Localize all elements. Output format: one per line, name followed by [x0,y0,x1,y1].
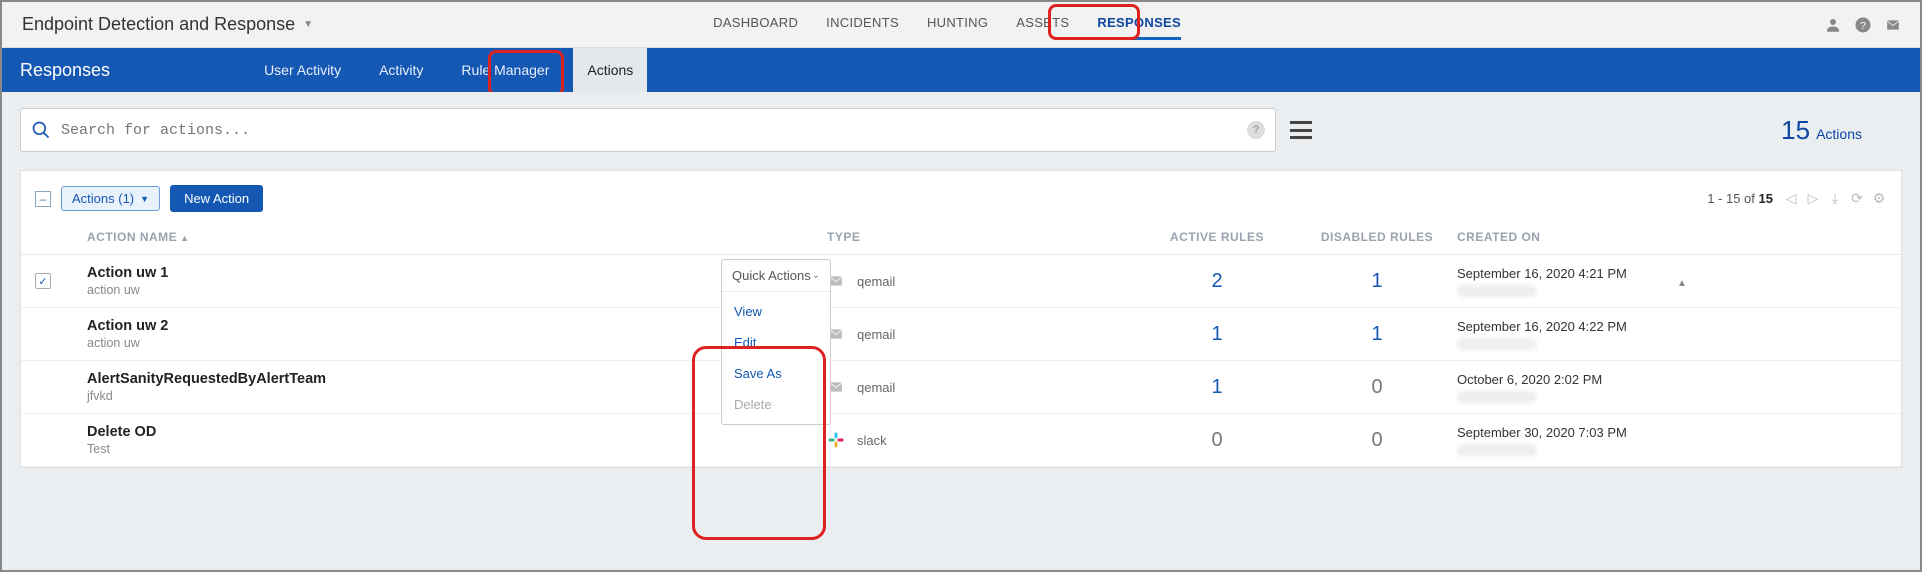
tab-actions[interactable]: Actions [573,48,647,92]
search-input[interactable] [61,122,1237,139]
search-icon [31,120,51,140]
row-active-rules: 0 [1137,429,1297,452]
row-active-rules[interactable]: 1 [1137,376,1297,399]
row-subtitle: jfvkd [87,389,827,403]
user-icon[interactable] [1824,16,1842,34]
tab-user-activity[interactable]: User Activity [250,48,355,92]
tab-rule-manager[interactable]: Rule Manager [447,48,563,92]
row-subtitle: Test [87,442,827,456]
pager-icons: ◁ ▷ ⤓ ⟳ ⚙ [1783,191,1887,207]
row-type: qemail [827,327,1137,342]
table-body: ✓Action uw 1action uwqemail21September 1… [21,255,1901,467]
search-box[interactable]: ? [20,108,1276,152]
row-created: September 16, 2020 4:21 PM [1457,266,1677,297]
quick-action-edit[interactable]: Edit [722,327,830,358]
app-title-text: Endpoint Detection and Response [22,14,295,35]
mail-icon[interactable] [1884,16,1902,34]
caret-down-icon: ▼ [140,194,149,204]
nav-dashboard[interactable]: DASHBOARD [713,9,798,40]
table-row[interactable]: AlertSanityRequestedByAlertTeam jfvkdqema… [21,361,1901,414]
quick-action-delete: Delete [722,389,830,420]
caret-down-icon: ▼ [303,19,313,30]
app-title[interactable]: Endpoint Detection and Response ▼ [22,14,313,35]
row-subtitle: action uw [87,283,827,297]
search-help-icon[interactable]: ? [1247,121,1265,139]
row-title: Action uw 2 [87,318,827,334]
sub-bar: Responses User ActivityActivityRule Mana… [2,48,1920,92]
col-type[interactable]: TYPE [827,230,1137,244]
chevron-down-icon: ⌄ [812,270,820,281]
quick-actions-dropdown[interactable]: Quick Actions⌄ ViewEditSave AsDelete [721,259,831,425]
scroll-up-icon[interactable]: ▲ [1677,278,1687,289]
quick-action-save-as[interactable]: Save As [722,358,830,389]
row-title: AlertSanityRequestedByAlertTeam [87,371,827,387]
row-title: Action uw 1 [87,265,827,281]
table-row[interactable]: Action uw 2action uwqemail11September 16… [21,308,1901,361]
nav-assets[interactable]: ASSETS [1016,9,1069,40]
row-disabled-rules: 0 [1297,376,1457,399]
col-created-on[interactable]: CREATED ON [1457,230,1677,244]
count-label: Actions [1816,126,1862,142]
page-range: 1 - 15 of 15 [1707,191,1773,206]
help-icon[interactable]: ? [1854,16,1872,34]
row-created: September 30, 2020 7:03 PM [1457,425,1677,456]
table-header: ACTION NAME TYPE ACTIVE RULES DISABLED R… [21,224,1901,255]
refresh-icon[interactable]: ⟳ [1849,191,1865,207]
col-action-name[interactable]: ACTION NAME [87,230,827,244]
row-subtitle: action uw [87,336,827,350]
top-bar: Endpoint Detection and Response ▼ DASHBO… [2,2,1920,48]
row-disabled-rules[interactable]: 1 [1297,323,1457,346]
search-row: ? 15 Actions [20,108,1902,152]
row-created: October 6, 2020 2:02 PM [1457,372,1677,403]
list-view-icon[interactable] [1290,121,1312,139]
tab-activity[interactable]: Activity [365,48,437,92]
row-created: September 16, 2020 4:22 PM [1457,319,1677,350]
actions-panel: – Actions (1) ▼ New Action 1 - 15 of 15 … [20,170,1902,468]
row-title: Delete OD [87,424,827,440]
bulk-actions-label: Actions (1) [72,191,134,206]
row-active-rules[interactable]: 1 [1137,323,1297,346]
topbar-icons: ? [1824,16,1902,34]
col-disabled-rules[interactable]: DISABLED RULES [1297,230,1457,244]
result-count: 15 Actions [1781,115,1862,146]
prev-page-icon[interactable]: ◁ [1783,191,1799,207]
nav-incidents[interactable]: INCIDENTS [826,9,899,40]
nav-hunting[interactable]: HUNTING [927,9,988,40]
nav-responses[interactable]: RESPONSES [1097,9,1181,40]
content-area: ? 15 Actions – Actions (1) ▼ New Action … [2,92,1920,570]
row-disabled-rules[interactable]: 1 [1297,270,1457,293]
collapse-all-toggle[interactable]: – [35,191,51,207]
page-info: 1 - 15 of 15 ◁ ▷ ⤓ ⟳ ⚙ [1707,191,1887,207]
row-type: qemail [827,274,1137,289]
table-row[interactable]: ✓ Action uw 1 action uwqemail21September 1… [21,255,1901,308]
count-number: 15 [1781,115,1810,146]
table-row[interactable]: Delete ODTestslack00September 30, 2020 7… [21,414,1901,467]
row-active-rules[interactable]: 2 [1137,270,1297,293]
next-page-icon[interactable]: ▷ [1805,191,1821,207]
row-disabled-rules: 0 [1297,429,1457,452]
col-active-rules[interactable]: ACTIVE RULES [1137,230,1297,244]
download-icon[interactable]: ⤓ [1827,191,1843,207]
section-title: Responses [20,60,110,81]
quick-actions-toggle[interactable]: Quick Actions⌄ [722,260,830,292]
settings-gear-icon[interactable]: ⚙ [1871,191,1887,207]
row-type: qemail [827,380,1137,395]
svg-text:?: ? [1860,19,1866,31]
quick-action-view[interactable]: View [722,296,830,327]
new-action-button[interactable]: New Action [170,185,263,212]
row-checkbox[interactable]: ✓ [35,273,51,289]
main-nav: DASHBOARD INCIDENTS HUNTING ASSETS RESPONSES [713,9,1181,40]
bulk-actions-chip[interactable]: Actions (1) ▼ [61,186,160,211]
sub-tabs: User ActivityActivityRule ManagerActions [250,48,647,92]
row-type: slack [827,431,1137,449]
panel-toolbar: – Actions (1) ▼ New Action 1 - 15 of 15 … [21,185,1901,224]
